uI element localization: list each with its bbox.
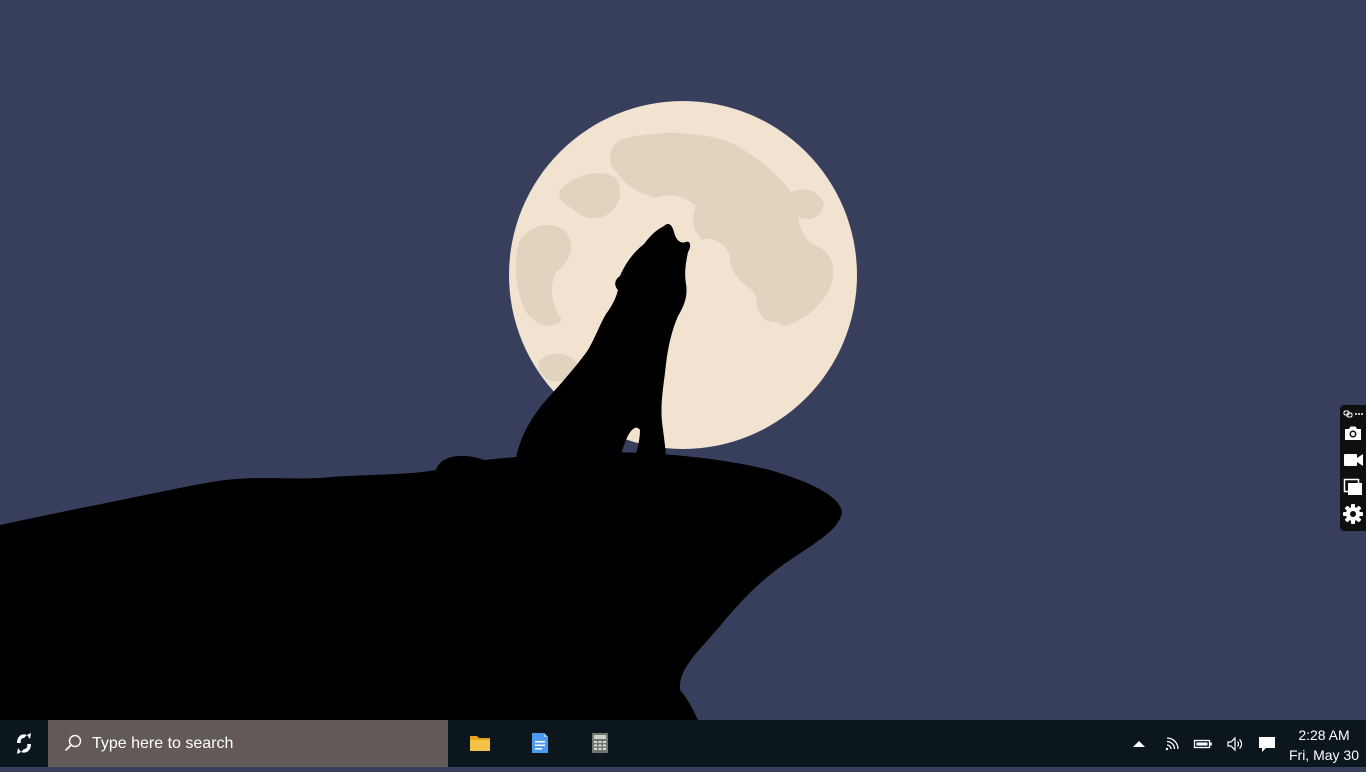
taskbar: Type here to search 2:28 AM Fri, May 30 <box>0 720 1366 767</box>
calculator-icon <box>592 733 608 753</box>
capture-settings-button[interactable] <box>1342 503 1364 525</box>
volume-tray-button[interactable] <box>1223 732 1247 756</box>
capture-toolbar <box>1340 405 1366 531</box>
battery-icon <box>1193 739 1212 749</box>
file-explorer-icon <box>470 736 490 751</box>
search-icon <box>65 734 82 751</box>
action-center-button[interactable] <box>1255 732 1279 756</box>
record-video-button[interactable] <box>1342 449 1364 471</box>
chevron-up-icon <box>1133 741 1145 747</box>
battery-tray-button[interactable] <box>1191 732 1215 756</box>
search-placeholder: Type here to search <box>92 735 234 752</box>
taskbar-app-notepad[interactable] <box>514 720 566 767</box>
clock-date: Fri, May 30 <box>1288 747 1359 763</box>
volume-icon <box>1227 736 1243 752</box>
network-tray-button[interactable] <box>1159 732 1183 756</box>
start-icon <box>17 733 31 754</box>
start-button[interactable] <box>0 720 48 767</box>
clock-time: 2:28 AM <box>1298 727 1350 743</box>
taskbar-app-calculator[interactable] <box>574 720 626 767</box>
desktop-wallpaper <box>0 0 1366 720</box>
network-icon <box>1165 737 1179 751</box>
video-camera-icon <box>1344 454 1363 466</box>
screenshot-button[interactable] <box>1342 422 1364 444</box>
more-options-icon <box>1355 413 1363 415</box>
window-capture-button[interactable] <box>1342 476 1364 498</box>
window-capture-icon <box>1343 478 1362 495</box>
gear-icon <box>1343 504 1363 524</box>
camera-icon <box>1345 426 1361 440</box>
taskbar-app-file-explorer[interactable] <box>454 720 506 767</box>
show-hidden-icons-button[interactable] <box>1127 732 1151 756</box>
link-icon <box>1343 410 1353 418</box>
notification-icon <box>1259 737 1275 752</box>
capture-toolbar-header[interactable] <box>1342 408 1364 420</box>
notepad-icon <box>532 733 548 753</box>
search-box[interactable]: Type here to search <box>48 720 448 767</box>
system-clock[interactable]: 2:28 AM Fri, May 30 <box>1284 720 1366 767</box>
